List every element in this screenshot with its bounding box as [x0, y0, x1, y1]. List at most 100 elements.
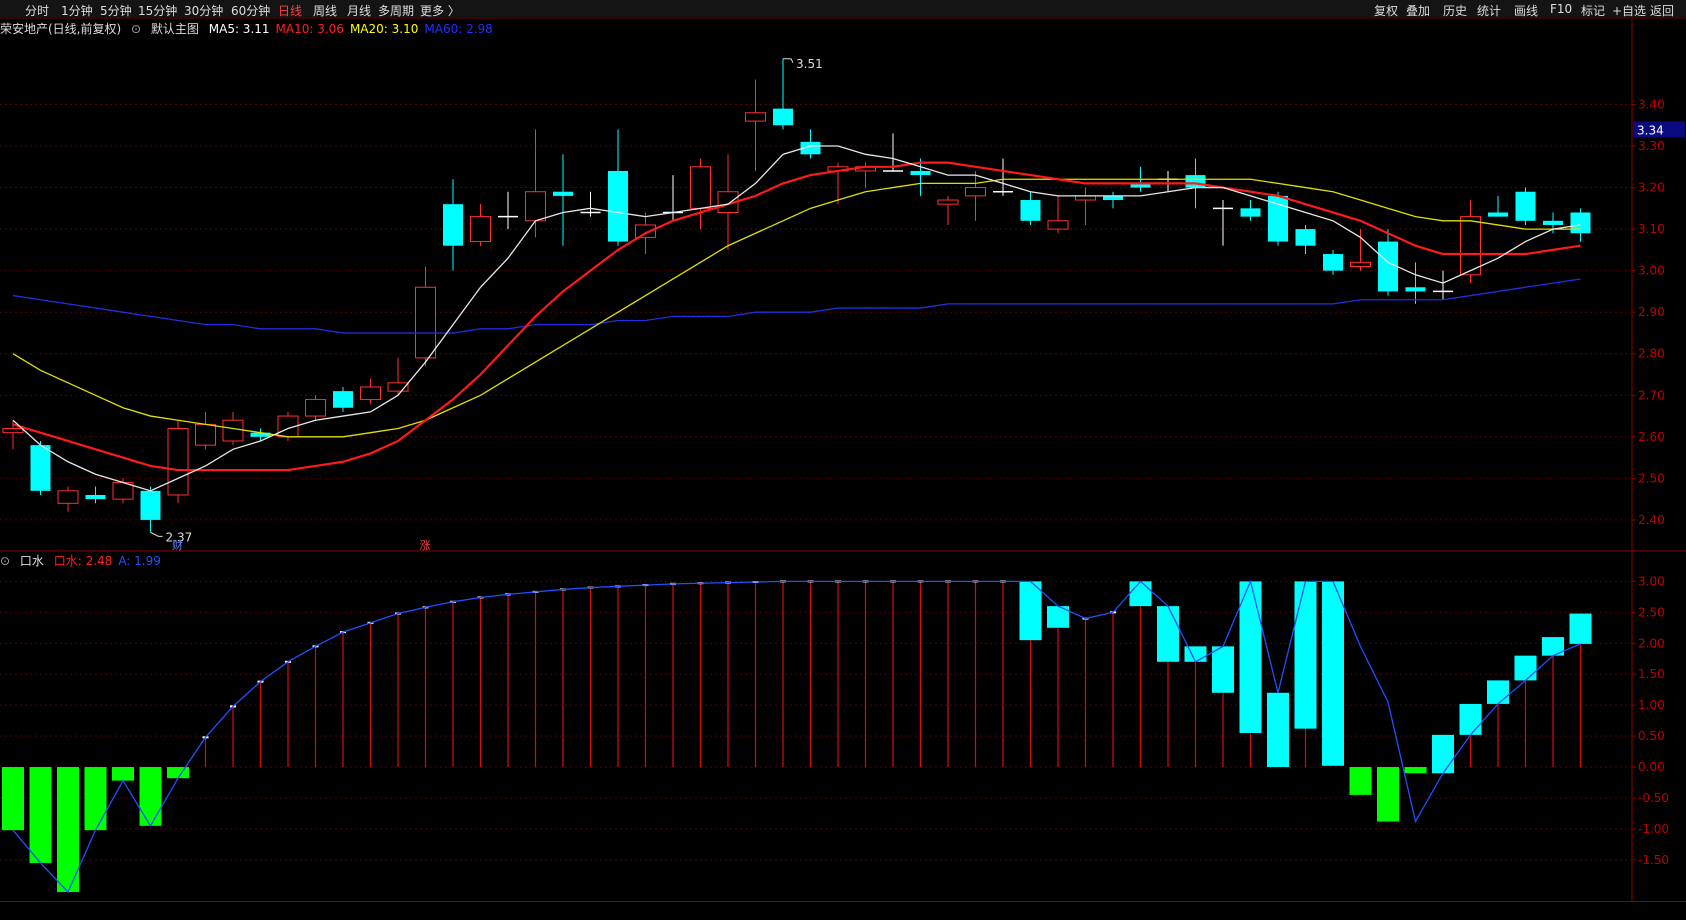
candle-body-34 — [937, 199, 959, 205]
period-tab-m1[interactable]: 1分钟 — [61, 2, 93, 19]
candle-body-33 — [910, 170, 931, 176]
sub-tick-label-5: 0.50 — [1638, 729, 1665, 743]
toolbar-button-3[interactable]: 统计 — [1477, 2, 1501, 19]
ma-label-2: MA20: 3.10 — [349, 22, 419, 36]
sub-bar-5 — [139, 767, 162, 826]
sub-bar-56 — [1542, 637, 1564, 656]
candle-body-47 — [1295, 229, 1316, 246]
sub-tick-label-6: 0.00 — [1638, 760, 1665, 774]
sub-tick-label-3: 1.50 — [1638, 667, 1665, 681]
sub-bar-1 — [29, 767, 52, 863]
settings-circle-icon[interactable]: ⊙ — [131, 22, 141, 36]
low-label: 2.37 — [166, 530, 193, 544]
candle-body-2 — [57, 490, 79, 504]
sub-bar-38 — [1047, 606, 1069, 628]
sub-value-label-0: 口水: 2.48 — [53, 554, 113, 568]
ma10-line — [12, 161, 1581, 472]
toolbar-button-2[interactable]: 历史 — [1443, 2, 1467, 19]
candle-body-12 — [333, 391, 353, 408]
sub-bar-43 — [1184, 646, 1207, 662]
candle-body-27 — [745, 112, 766, 122]
sub-bar-57 — [1569, 613, 1592, 644]
toolbar-button-1[interactable]: 叠加 — [1406, 2, 1430, 19]
candle-body-35 — [965, 187, 986, 197]
sub-tick-label-8: -1.00 — [1638, 822, 1669, 836]
event-marker-zhang: 涨 — [420, 539, 431, 552]
candle-body-14 — [387, 382, 409, 392]
main-tick-label-9: 2.50 — [1638, 471, 1665, 485]
candle-body-0 — [2, 428, 24, 434]
toolbar-button-4[interactable]: 画线 — [1514, 2, 1538, 19]
period-tab-week[interactable]: 周线 — [313, 2, 337, 19]
period-tab-m15[interactable]: 15分钟 — [138, 2, 177, 19]
main-tick-label-3: 3.10 — [1638, 222, 1665, 236]
candle-body-19 — [525, 191, 546, 222]
ma5-line — [12, 145, 1581, 492]
sub-bar-53 — [1459, 703, 1482, 735]
main-chart-info: 荣安地产(日线,前复权) ⊙ 默认主图 MA5: 3.11 MA10: 3.06 M… — [0, 20, 505, 36]
chart-area[interactable]: 3.40 3.30 3.20 3.10 3.00 2.90 2.80 2.70 2.60 2.50… — [0, 0, 1686, 919]
sub-tick-label-1: 2.50 — [1638, 605, 1665, 619]
candle-body-15 — [415, 286, 436, 359]
period-tab-more[interactable]: 更多 〉 — [420, 2, 460, 19]
period-tab-day[interactable]: 日线 — [278, 2, 302, 19]
candle-body-50 — [1378, 241, 1398, 292]
candle-body-39 — [1075, 195, 1096, 201]
candle-body-40 — [1103, 195, 1123, 201]
candle-body-45 — [1240, 208, 1261, 217]
candle-body-30 — [827, 166, 849, 172]
low-pointer — [150, 531, 163, 537]
toolbar-button-8[interactable]: 返回 — [1650, 2, 1674, 19]
period-toolbar: 分时 1分钟 5分钟 15分钟 30分钟 60分钟 日线 周线 月线 多周期 更多 〉 复权 叠加 历史统… — [0, 0, 1686, 19]
toolbar-button-5[interactable]: F10 — [1550, 2, 1572, 16]
period-tab-m30[interactable]: 30分钟 — [184, 2, 223, 19]
candle-body-29 — [800, 141, 821, 155]
sub-bar-55 — [1514, 655, 1537, 681]
candle-body-4 — [112, 482, 134, 500]
toolbar-button-0[interactable]: 复权 — [1374, 2, 1398, 19]
period-tab-m60[interactable]: 60分钟 — [231, 2, 270, 19]
sub-bar-42 — [1157, 606, 1179, 662]
candle-body-10 — [277, 415, 299, 438]
candle-body-23 — [635, 224, 656, 238]
sub-value-label-1: A: 1.99 — [118, 554, 161, 568]
candle-body-48 — [1323, 254, 1343, 271]
candle-body-55 — [1515, 191, 1536, 221]
period-tab-month[interactable]: 月线 — [347, 2, 371, 19]
high-label: 3.51 — [796, 57, 823, 71]
stock-title: 荣安地产(日线,前复权) — [0, 22, 122, 36]
candle-body-38 — [1047, 220, 1069, 230]
sub-bar-49 — [1349, 767, 1372, 795]
sub-tick-label-4: 1.00 — [1638, 698, 1665, 712]
sub-tick-label-2: 2.00 — [1638, 636, 1665, 650]
current-price-tag-bg — [1633, 121, 1685, 138]
sub-bar-51 — [1404, 767, 1427, 774]
candle-body-5 — [140, 490, 161, 520]
main-tick-label-10: 2.40 — [1638, 513, 1665, 527]
main-tick-label-5: 2.90 — [1638, 305, 1665, 319]
candle-body-43 — [1185, 175, 1206, 188]
sub-bar-2 — [57, 767, 79, 893]
sub-bar-46 — [1267, 692, 1289, 768]
candle-body-26 — [717, 191, 739, 213]
toolbar-button-7[interactable]: +自选 — [1612, 2, 1646, 19]
period-tab-multi[interactable]: 多周期 — [378, 2, 414, 19]
candle-body-53 — [1460, 216, 1481, 276]
main-tick-label-8: 2.60 — [1638, 430, 1665, 444]
sub-chart-info: ⊙ 口水 口水: 2.48 A: 1.99 — [0, 552, 173, 568]
ma60-line — [12, 278, 1581, 334]
period-tab-m5[interactable]: 5分钟 — [100, 2, 132, 19]
event-marker-cai: 财 — [172, 538, 183, 552]
ma-label-3: MA60: 2.98 — [424, 22, 493, 36]
template-label[interactable]: 默认主图 — [151, 22, 199, 36]
sub-tick-label-7: -0.50 — [1638, 791, 1669, 805]
period-tab-fenshi[interactable]: 分时 — [25, 2, 49, 19]
main-tick-label-6: 2.80 — [1638, 347, 1665, 361]
candle-body-28 — [773, 108, 793, 126]
sub-bar-6 — [167, 767, 189, 779]
sub-bar-44 — [1212, 646, 1234, 693]
indicator-name[interactable]: 口水 — [20, 554, 44, 568]
candle-body-57 — [1570, 212, 1591, 234]
toolbar-button-6[interactable]: 标记 — [1581, 2, 1605, 19]
indicator-toggle-icon[interactable]: ⊙ — [0, 554, 10, 568]
